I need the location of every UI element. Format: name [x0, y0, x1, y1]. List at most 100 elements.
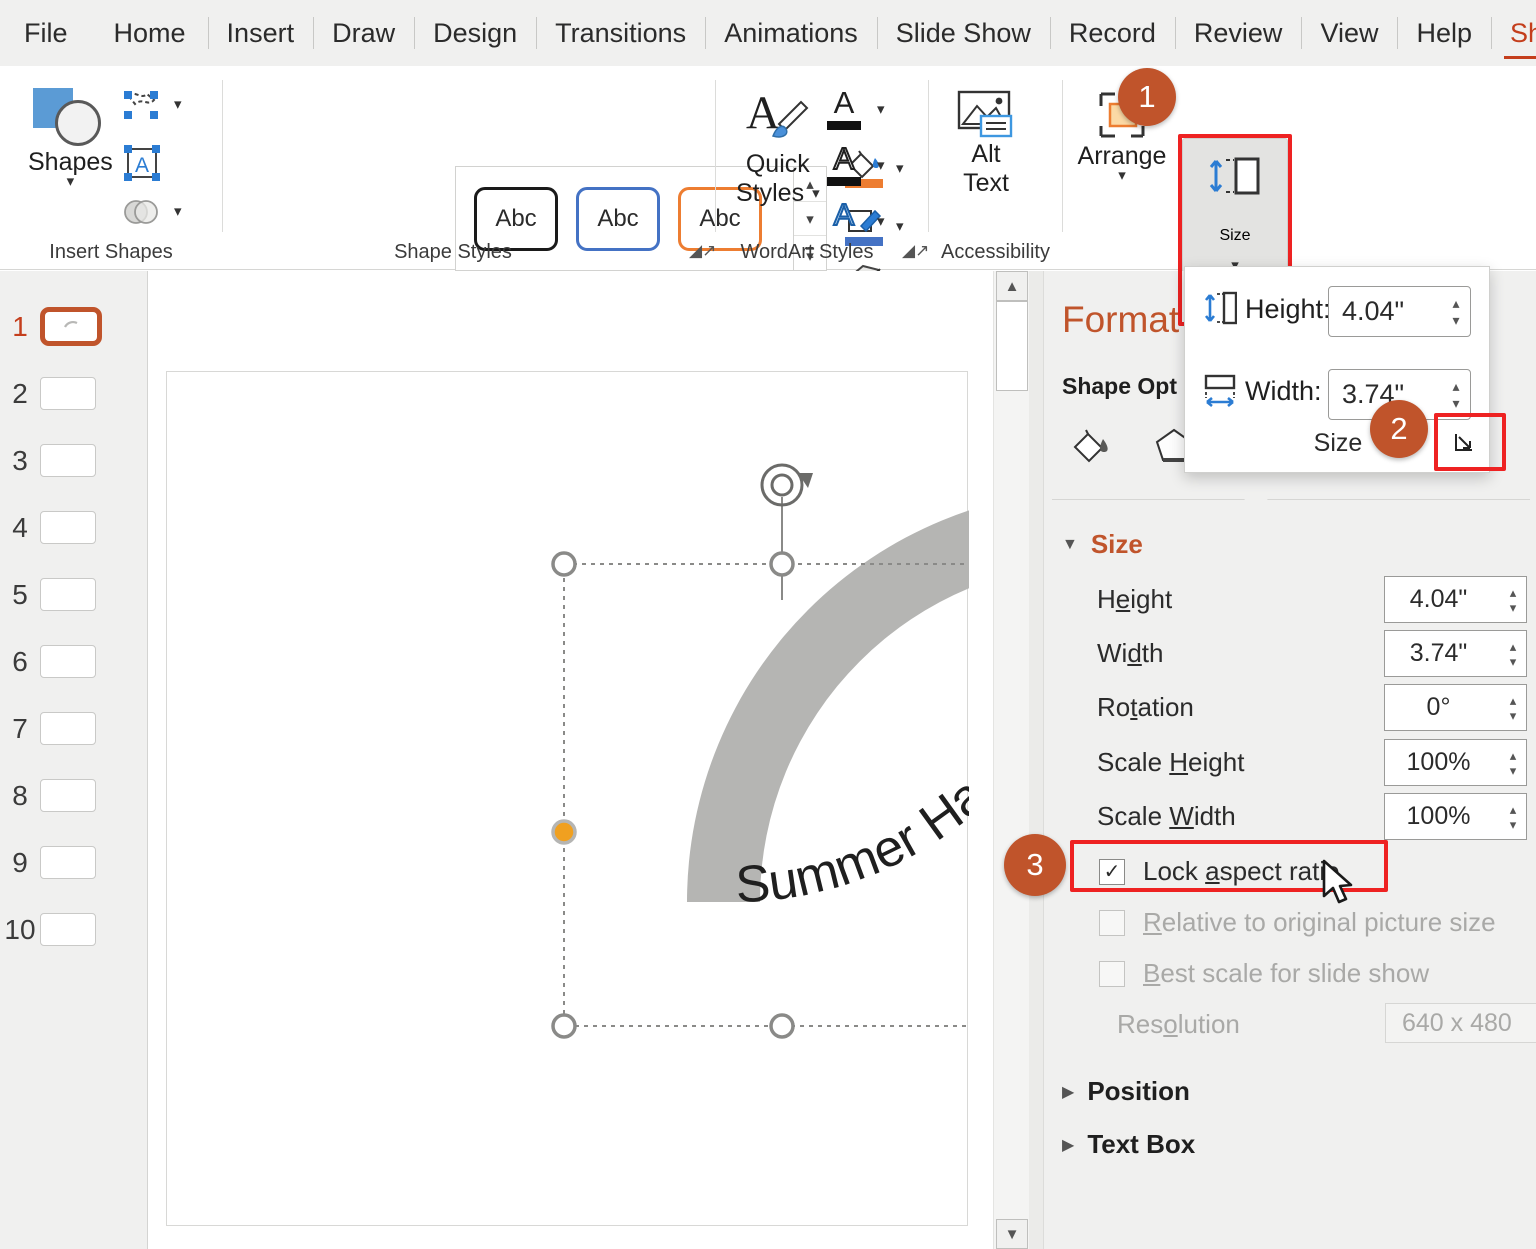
tab-animations[interactable]: Animations — [705, 0, 877, 66]
resize-handle-top-center[interactable] — [769, 551, 795, 577]
height-stepper[interactable]: ▴ ▾ — [1500, 577, 1526, 622]
width-stepper[interactable]: ▴ ▾ — [1500, 631, 1526, 676]
tab-label: Home — [113, 17, 186, 48]
chevron-down-icon[interactable]: ▾ — [174, 97, 182, 112]
slide-thumbnail-7[interactable] — [40, 712, 96, 745]
group-label-accessibility: Accessibility — [941, 241, 1050, 263]
text-box-button[interactable]: A — [121, 142, 163, 189]
thumbnail-row[interactable]: 2 — [0, 360, 148, 427]
checkbox-lock-aspect-ratio[interactable]: ✓ Lock aspect ratio — [1099, 856, 1340, 887]
resize-handle-bottom-center[interactable] — [769, 1013, 795, 1039]
rotation-stepper[interactable]: ▴ ▾ — [1500, 685, 1526, 730]
label-scale-height: Scale Height — [1097, 747, 1245, 777]
width-input[interactable]: 3.74" ▴ ▾ — [1384, 630, 1527, 677]
tab-shape-format[interactable]: Shape Format — [1491, 0, 1536, 66]
text-fill-icon: A — [824, 86, 864, 130]
text-outline-button[interactable]: A ▾ — [824, 141, 885, 186]
size-dialog-launcher[interactable] — [1447, 425, 1481, 459]
section-header-text-box[interactable]: ▶ Text Box — [1062, 1129, 1195, 1160]
text-effects-icon: A — [833, 197, 856, 233]
alt-text-label: Alt — [971, 140, 1001, 168]
thumbnail-row[interactable]: 1 — [0, 293, 148, 360]
lock-aspect-ratio-checkbox[interactable]: ✓ — [1099, 858, 1125, 885]
slide-thumbnail-10[interactable] — [40, 913, 96, 946]
slide-thumbnail-4[interactable] — [40, 511, 96, 544]
chevron-down-icon[interactable]: ▾ — [174, 204, 182, 219]
scrollbar-gutter — [1029, 271, 1043, 1249]
rotate-handle-icon[interactable] — [760, 463, 813, 507]
tab-draw[interactable]: Draw — [313, 0, 414, 66]
scale-height-stepper[interactable]: ▴ ▾ — [1500, 740, 1526, 785]
wordart-dialog-launcher[interactable]: ◢↗ — [902, 241, 929, 260]
slide-thumbnail-pane[interactable]: 1 2 3 4 5 6 7 8 9 10 — [0, 271, 148, 1249]
tab-file[interactable]: File — [0, 0, 92, 66]
slide-thumbnail-6[interactable] — [40, 645, 96, 678]
canvas-vertical-scrollbar[interactable]: ▲ ▼ — [993, 271, 1029, 1249]
chevron-down-icon[interactable]: ▾ — [877, 156, 885, 174]
tab-label: Animations — [724, 17, 858, 48]
scale-width-stepper[interactable]: ▴ ▾ — [1500, 794, 1526, 839]
section-header-size[interactable]: ▼ Size — [1062, 529, 1143, 560]
slide-thumbnail-2[interactable] — [40, 377, 96, 410]
adjustment-handle[interactable] — [551, 819, 577, 845]
ribbon-group-accessibility: Alt Text Accessibility — [929, 66, 1062, 270]
pane-tab-fill-line[interactable] — [1062, 421, 1122, 473]
tab-review[interactable]: Review — [1174, 0, 1302, 66]
alt-text-button[interactable]: Alt Text — [955, 90, 1017, 198]
thumbnail-row[interactable]: 3 — [0, 427, 148, 494]
scroll-down-button[interactable]: ▼ — [996, 1219, 1028, 1249]
flyout-height-input[interactable]: 4.04" ▴ ▾ — [1328, 286, 1471, 337]
wordart-shape[interactable]: Summer Has Arrived — [167, 372, 969, 1227]
resize-handle-top-left[interactable] — [551, 551, 577, 577]
thumbnail-row[interactable]: 4 — [0, 494, 148, 561]
slide-thumbnail-1[interactable] — [40, 307, 102, 346]
tab-slide-show[interactable]: Slide Show — [876, 0, 1050, 66]
pane-title: Format — [1062, 299, 1180, 340]
slide-surface[interactable]: Summer Has Arrived — [166, 371, 969, 1227]
scrollbar-thumb[interactable] — [996, 301, 1028, 391]
merge-shapes-button[interactable]: ▾ — [121, 194, 182, 230]
slide-thumbnail-3[interactable] — [40, 444, 96, 477]
scale-width-input[interactable]: 100% ▴ ▾ — [1384, 793, 1527, 840]
slide-thumbnail-5[interactable] — [40, 578, 96, 611]
edit-shape-icon — [124, 91, 158, 119]
rotation-input[interactable]: 0° ▴ ▾ — [1384, 684, 1527, 731]
chevron-down-icon[interactable]: ▾ — [812, 186, 820, 201]
chevron-down-icon[interactable]: ▾ — [1118, 168, 1126, 183]
chevron-down-icon[interactable]: ▾ — [877, 100, 885, 118]
shape-styles-dialog-launcher[interactable]: ◢↗ — [689, 241, 716, 260]
ribbon-group-shape-styles: Abc Abc Abc ▴ ▾ ━ ▾ ▾ ▾ Shape Styles ◢↗ — [223, 66, 904, 290]
flyout-width-stepper[interactable]: ▴ ▾ — [1442, 370, 1470, 419]
chevron-down-icon[interactable]: ▾ — [877, 212, 885, 230]
quick-styles-button[interactable]: A Quick Styles ▾ — [736, 88, 820, 208]
thumbnail-row[interactable]: 8 — [0, 762, 148, 829]
slide-thumbnail-8[interactable] — [40, 779, 96, 812]
tab-design[interactable]: Design — [414, 0, 536, 66]
tab-transitions[interactable]: Transitions — [536, 0, 705, 66]
scale-height-value: 100% — [1406, 748, 1471, 776]
thumbnail-row[interactable]: 6 — [0, 628, 148, 695]
chevron-down-icon[interactable]: ▾ — [67, 174, 75, 189]
flyout-height-stepper[interactable]: ▴ ▾ — [1442, 287, 1470, 336]
scroll-up-button[interactable]: ▲ — [996, 271, 1028, 301]
shapes-button[interactable]: Shapes ▾ — [28, 86, 113, 189]
section-header-position[interactable]: ▶ Position — [1062, 1076, 1190, 1107]
best-scale-slideshow-checkbox — [1099, 960, 1125, 987]
height-input[interactable]: 4.04" ▴ ▾ — [1384, 576, 1527, 623]
tab-insert[interactable]: Insert — [207, 0, 314, 66]
tab-home[interactable]: Home — [92, 0, 208, 66]
thumbnail-row[interactable]: 9 — [0, 829, 148, 896]
resize-handle-bottom-left[interactable] — [551, 1013, 577, 1039]
label-rotation: Rotation — [1097, 692, 1194, 722]
thumbnail-row[interactable]: 7 — [0, 695, 148, 762]
tab-view[interactable]: View — [1301, 0, 1397, 66]
thumbnail-row[interactable]: 10 — [0, 896, 148, 963]
text-fill-button[interactable]: A ▾ — [824, 86, 885, 130]
scale-height-input[interactable]: 100% ▴ ▾ — [1384, 739, 1527, 786]
slide-thumbnail-9[interactable] — [40, 846, 96, 879]
tab-record[interactable]: Record — [1049, 0, 1175, 66]
tab-help[interactable]: Help — [1397, 0, 1491, 66]
edit-shape-button[interactable]: ▾ — [121, 88, 182, 122]
text-effects-button[interactable]: A ▾ — [824, 197, 885, 242]
thumbnail-row[interactable]: 5 — [0, 561, 148, 628]
